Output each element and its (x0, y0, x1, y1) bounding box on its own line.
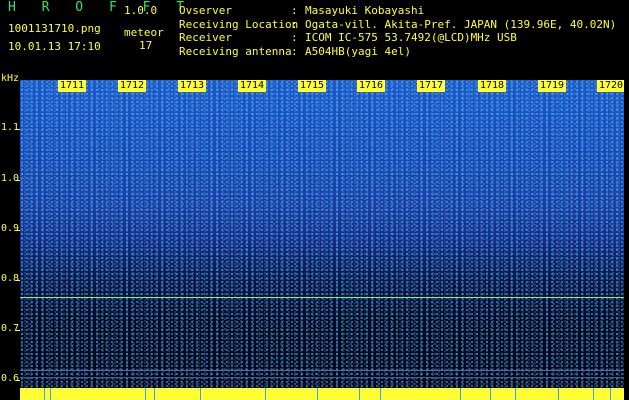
y-axis-label: 0.6 (1, 373, 20, 384)
station-info: Ovserver: Masayuki Kobayashi Receiving Lo… (179, 4, 616, 58)
y-axis-label: 1.1 (1, 122, 20, 133)
baseline-line (20, 377, 624, 378)
baseline-line (20, 370, 624, 371)
header-panel: H R O F F T 1.0.0 1001131710.png 10.01.1… (0, 0, 629, 78)
time-marker: 1713 (178, 80, 207, 92)
time-marker: 1720 (597, 80, 626, 92)
spectrogram[interactable] (20, 80, 624, 388)
info-row-receiver: Receiver: ICOM IC-575 53.7492(@LCD)MHz US… (179, 31, 517, 44)
time-marker: 1714 (238, 80, 267, 92)
time-marker: 1712 (118, 80, 147, 92)
meteor-indicator-bar (20, 388, 624, 400)
y-axis-label: 0.9 (1, 223, 20, 234)
time-marker: 1716 (357, 80, 386, 92)
info-row-observer: Ovserver: Masayuki Kobayashi (179, 4, 425, 17)
right-edge (624, 80, 629, 400)
meteor-count: 17 (139, 39, 153, 52)
file-name: 1001131710.png (8, 22, 101, 35)
time-marker: 1719 (538, 80, 567, 92)
y-axis-label: 1.0 (1, 173, 20, 184)
meteor-label: meteor (124, 26, 164, 39)
signal-line (20, 297, 624, 298)
app-version: 1.0.0 (124, 4, 158, 17)
y-axis-label: 0.7 (1, 323, 20, 334)
axis-unit-label: kHz (1, 73, 20, 84)
app-title: H R O F F T (8, 0, 194, 15)
time-marker: 1717 (417, 80, 446, 92)
info-row-antenna: Receiving antenna: A504HB(yagi 4el) (179, 44, 411, 58)
info-row-location: Receiving Location: Ogata-vill. Akita-Pre… (179, 17, 617, 31)
time-marker: 1715 (298, 80, 327, 92)
y-axis-label: 0.8 (1, 273, 20, 284)
time-marker: 1718 (478, 80, 507, 92)
time-marker: 1711 (58, 80, 87, 92)
file-datetime: 10.01.13 17:10 (8, 40, 101, 53)
